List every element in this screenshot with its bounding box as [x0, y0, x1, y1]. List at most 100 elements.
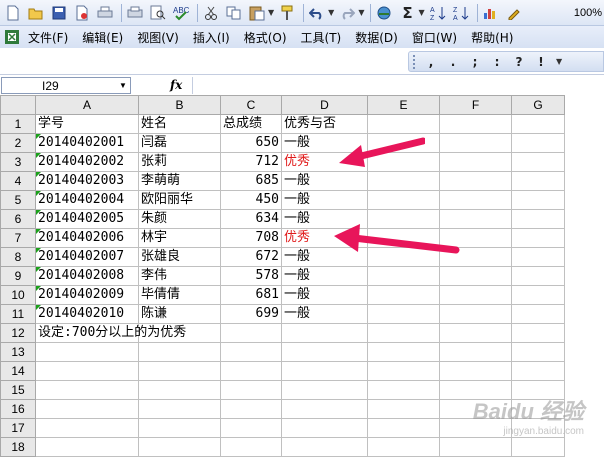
empty-cell[interactable] — [512, 191, 565, 210]
print-icon[interactable] — [95, 3, 115, 23]
empty-cell[interactable] — [440, 324, 512, 343]
permission-icon[interactable] — [72, 3, 92, 23]
empty-cell[interactable] — [512, 153, 565, 172]
empty-cell[interactable] — [512, 305, 565, 324]
cell-a[interactable] — [36, 381, 139, 400]
cell-a[interactable] — [36, 438, 139, 457]
empty-cell[interactable] — [440, 229, 512, 248]
empty-cell[interactable] — [440, 286, 512, 305]
cell-a[interactable] — [36, 343, 139, 362]
format-painter-icon[interactable] — [277, 3, 297, 23]
cell-a[interactable]: 学号 — [36, 115, 139, 134]
empty-cell[interactable] — [368, 324, 440, 343]
chart-wizard-icon[interactable] — [481, 3, 501, 23]
cell-a[interactable] — [36, 362, 139, 381]
name-box[interactable]: I29 ▼ — [1, 77, 131, 94]
redo-icon[interactable] — [337, 3, 357, 23]
empty-cell[interactable] — [512, 229, 565, 248]
empty-cell[interactable] — [368, 115, 440, 134]
cell-d[interactable]: 一般 — [282, 191, 368, 210]
empty-cell[interactable] — [368, 400, 440, 419]
cell-d[interactable]: 一般 — [282, 210, 368, 229]
chevron-down-icon[interactable]: ▼ — [328, 8, 334, 17]
cell-b[interactable] — [139, 438, 221, 457]
menu-view[interactable]: 视图(V) — [131, 29, 187, 46]
comma-button[interactable]: , — [420, 55, 442, 69]
exclamation-button[interactable]: ! — [530, 55, 552, 69]
empty-cell[interactable] — [368, 362, 440, 381]
period-button[interactable]: . — [442, 55, 464, 69]
row-header[interactable]: 6 — [1, 210, 36, 229]
cell-b[interactable] — [139, 381, 221, 400]
cell-d[interactable] — [282, 343, 368, 362]
cell-a[interactable]: 20140402009 — [36, 286, 139, 305]
empty-cell[interactable] — [512, 248, 565, 267]
new-icon[interactable] — [3, 3, 23, 23]
empty-cell[interactable] — [440, 248, 512, 267]
empty-cell[interactable] — [512, 115, 565, 134]
empty-cell[interactable] — [512, 438, 565, 457]
cell-c[interactable]: 450 — [221, 191, 282, 210]
cell-d[interactable] — [282, 438, 368, 457]
empty-cell[interactable] — [368, 305, 440, 324]
empty-cell[interactable] — [512, 324, 565, 343]
spelling-icon[interactable]: ABC — [171, 3, 191, 23]
cell-c[interactable]: 650 — [221, 134, 282, 153]
cell-a[interactable]: 20140402001 — [36, 134, 139, 153]
cell-d[interactable]: 一般 — [282, 286, 368, 305]
cell-d[interactable]: 一般 — [282, 134, 368, 153]
row-header[interactable]: 13 — [1, 343, 36, 362]
empty-cell[interactable] — [368, 248, 440, 267]
cell-b[interactable]: 李萌萌 — [139, 172, 221, 191]
cell-c[interactable]: 712 — [221, 153, 282, 172]
empty-cell[interactable] — [440, 153, 512, 172]
row-header[interactable]: 11 — [1, 305, 36, 324]
empty-cell[interactable] — [512, 267, 565, 286]
empty-cell[interactable] — [512, 172, 565, 191]
formula-input[interactable] — [192, 77, 604, 94]
cell-d[interactable]: 一般 — [282, 172, 368, 191]
semicolon-button[interactable]: ; — [464, 55, 486, 69]
chevron-down-icon[interactable]: ▼ — [418, 8, 424, 17]
empty-cell[interactable] — [368, 438, 440, 457]
sort-descending-icon[interactable]: ZA — [451, 3, 471, 23]
menu-tools[interactable]: 工具(T) — [295, 29, 350, 46]
cell-d[interactable] — [282, 419, 368, 438]
cell-d[interactable]: 一般 — [282, 248, 368, 267]
cell-b[interactable]: 李伟 — [139, 267, 221, 286]
empty-cell[interactable] — [368, 267, 440, 286]
cell-a[interactable]: 20140402010 — [36, 305, 139, 324]
cell-c[interactable] — [221, 381, 282, 400]
menu-format[interactable]: 格式(O) — [238, 29, 295, 46]
cell-b[interactable]: 张雄良 — [139, 248, 221, 267]
copy-icon[interactable] — [224, 3, 244, 23]
menu-data[interactable]: 数据(D) — [349, 29, 406, 46]
cell-b[interactable] — [139, 343, 221, 362]
empty-cell[interactable] — [368, 419, 440, 438]
cell-c[interactable]: 681 — [221, 286, 282, 305]
empty-cell[interactable] — [512, 343, 565, 362]
empty-cell[interactable] — [368, 210, 440, 229]
empty-cell[interactable] — [440, 438, 512, 457]
select-all-corner[interactable] — [1, 96, 36, 115]
cell-a[interactable]: 20140402002 — [36, 153, 139, 172]
cell-a[interactable]: 20140402007 — [36, 248, 139, 267]
cell-d[interactable]: 优秀 — [282, 229, 368, 248]
menu-file[interactable]: 文件(F) — [26, 29, 76, 46]
column-header-g[interactable]: G — [512, 96, 565, 115]
empty-cell[interactable] — [440, 191, 512, 210]
empty-cell[interactable] — [512, 134, 565, 153]
chevron-down-icon[interactable]: ▼ — [116, 78, 130, 93]
column-header-c[interactable]: C — [221, 96, 282, 115]
zoom-level[interactable]: 100% — [574, 7, 602, 19]
column-header-b[interactable]: B — [139, 96, 221, 115]
column-header-d[interactable]: D — [282, 96, 368, 115]
cell-d[interactable]: 一般 — [282, 305, 368, 324]
hyperlink-icon[interactable] — [374, 3, 394, 23]
empty-cell[interactable] — [440, 362, 512, 381]
chevron-down-icon[interactable]: ▼ — [268, 8, 274, 17]
row-header[interactable]: 2 — [1, 134, 36, 153]
empty-cell[interactable] — [440, 134, 512, 153]
print-preview-icon[interactable] — [125, 3, 145, 23]
paste-icon[interactable] — [247, 3, 267, 23]
